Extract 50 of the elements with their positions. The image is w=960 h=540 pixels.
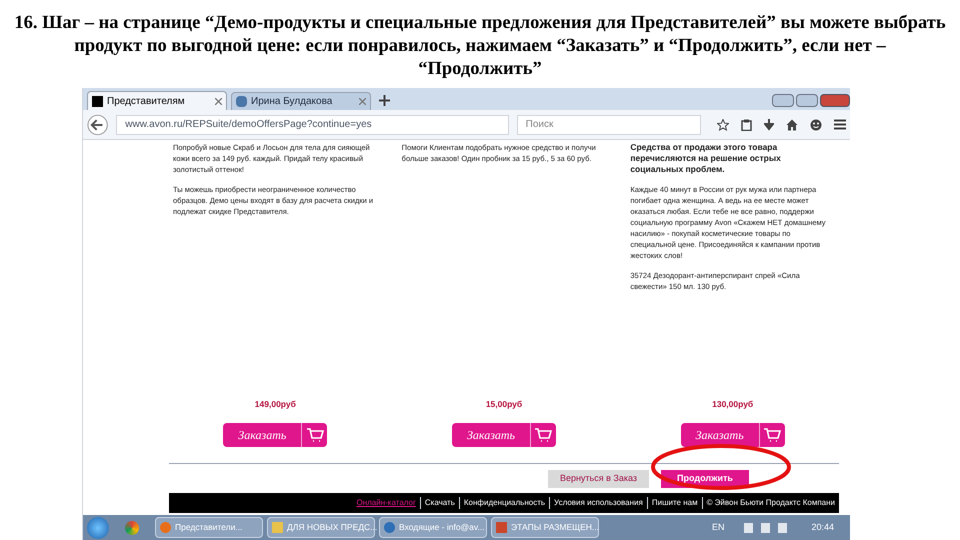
browser-icon[interactable] (125, 520, 139, 534)
back-button[interactable] (87, 114, 108, 136)
order-button[interactable]: Заказать (680, 423, 785, 447)
close-tab-icon[interactable] (359, 98, 366, 105)
slide-title: 16. Шаг – на странице “Демо-продукты и специальные предложения для Представителей” вы можете выбрать продукт по выгодной цене: если понравилось, нажимаем “Заказать” и “Продолжить”, если нет – “Продолжить” (13, 12, 947, 81)
footer-link[interactable]: Условия использования (549, 497, 643, 509)
cart-icon (763, 427, 782, 443)
app-icon (496, 522, 507, 533)
clipboard-icon[interactable] (741, 118, 752, 130)
app-icon (272, 522, 283, 533)
browser-tab[interactable]: Представителям (87, 91, 227, 110)
close-button[interactable] (820, 94, 850, 107)
footer-link[interactable]: Онлайн-каталог (356, 497, 416, 509)
browser-tab[interactable]: Ирина Булдакова (231, 92, 371, 110)
footer-link[interactable]: Пишите нам (646, 497, 698, 509)
star-icon[interactable] (717, 118, 729, 130)
start-button[interactable] (87, 516, 109, 538)
footer-link[interactable]: © Эйвон Бьюти Продактс Компани (702, 497, 835, 509)
cart-icon (534, 427, 552, 443)
price-text: 149,00руб (254, 398, 297, 411)
taskbar-button[interactable]: Входящие - info@av... (379, 517, 487, 538)
search-field[interactable]: Поиск (516, 114, 701, 134)
taskbar-button[interactable]: ДЛЯ НОВЫХ ПРЕДС... (267, 517, 375, 538)
url-text: www.avon.ru/REPSuite/demoOffersPage?continue=yes (125, 118, 372, 132)
address-bar[interactable]: www.avon.ru/REPSuite/demoOffersPage?continue=yes (116, 114, 509, 134)
site-icon (236, 96, 247, 107)
app-icon (160, 522, 171, 533)
return-to-order-button[interactable]: Вернуться в Заказ (548, 470, 649, 488)
close-tab-icon[interactable] (215, 98, 222, 104)
price-text: 15,00руб (484, 398, 524, 411)
cart-icon (306, 427, 324, 443)
site-icon (92, 96, 103, 106)
footer-link[interactable]: Конфиденциальность (458, 497, 546, 509)
minimize-button[interactable] (772, 94, 794, 107)
language-indicator[interactable]: EN (712, 520, 724, 534)
home-icon[interactable] (786, 118, 798, 130)
download-icon[interactable] (764, 118, 774, 130)
order-button[interactable]: Заказать (223, 423, 328, 447)
clock-text: 20:44 (811, 520, 834, 534)
new-tab-icon[interactable] (379, 95, 390, 106)
taskbar-button[interactable]: ЭТАПЫ РАЗМЕЩЕН... (491, 517, 599, 538)
description-text: Средства от продажи этого товара перечисляются на решение острых социальных проблем. (630, 142, 782, 175)
menu-icon[interactable] (834, 119, 846, 130)
maximize-button[interactable] (796, 94, 818, 107)
order-button[interactable]: Заказать (452, 423, 556, 447)
footer-link[interactable]: Скачать (420, 497, 455, 509)
smiley-icon[interactable] (810, 118, 822, 130)
app-icon (384, 522, 395, 533)
taskbar-button[interactable]: Представители... (155, 517, 263, 538)
price-text: 130,00руб (711, 398, 754, 411)
